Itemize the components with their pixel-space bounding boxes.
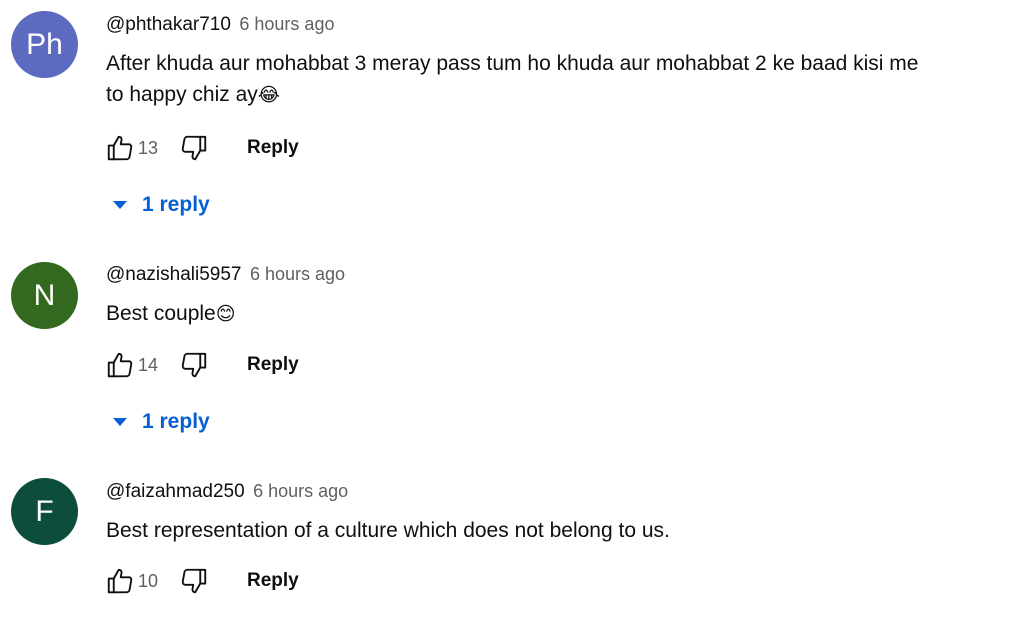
dislike-button[interactable] <box>174 128 214 168</box>
thumbs-down-icon <box>181 352 207 378</box>
comment-text: After khuda aur mohabbat 3 meray pass tu… <box>106 48 1011 111</box>
avatar[interactable]: N <box>11 262 78 329</box>
view-replies-button[interactable]: 1 reply <box>112 404 210 440</box>
dislike-button[interactable] <box>174 345 214 385</box>
avatar[interactable]: F <box>11 478 78 545</box>
comment-actions: 14 Reply <box>100 345 299 385</box>
comment-header: @phthakar710 6 hours ago <box>106 14 334 36</box>
comment-text-line2: to happy chiz ay <box>106 83 258 106</box>
laughing-emoji: 😂 <box>257 84 280 106</box>
like-count: 14 <box>138 354 159 375</box>
comment-actions: 10 Reply <box>100 561 299 601</box>
comment-header: @nazishali5957 6 hours ago <box>106 264 345 286</box>
thumbs-up-icon <box>107 135 133 161</box>
like-count: 13 <box>138 137 159 158</box>
thumbs-up-icon <box>107 568 133 594</box>
view-replies-button[interactable]: 1 reply <box>112 187 210 223</box>
thumbs-up-icon <box>107 352 133 378</box>
dislike-button[interactable] <box>174 561 214 601</box>
comment-text: Best representation of a culture which d… <box>106 515 1011 546</box>
comment-header: @faizahmad250 6 hours ago <box>106 481 348 503</box>
replies-count-label: 1 reply <box>142 193 210 216</box>
comment-time[interactable]: 6 hours ago <box>239 14 334 34</box>
like-count: 10 <box>138 570 159 591</box>
comment-author[interactable]: @nazishali5957 <box>106 264 242 285</box>
avatar[interactable]: Ph <box>11 11 78 78</box>
reply-button[interactable]: Reply <box>247 354 299 376</box>
caret-down-icon <box>113 201 127 209</box>
caret-down-icon <box>113 418 127 426</box>
like-button[interactable] <box>100 128 140 168</box>
thumbs-down-icon <box>181 568 207 594</box>
thumbs-down-icon <box>181 135 207 161</box>
avatar-initials: Ph <box>26 27 63 61</box>
comment-time[interactable]: 6 hours ago <box>253 481 348 501</box>
comment-actions: 13 Reply <box>100 128 299 168</box>
reply-button[interactable]: Reply <box>247 570 299 592</box>
comment-time[interactable]: 6 hours ago <box>250 264 345 284</box>
smiling-emoji: 😊 <box>215 303 236 325</box>
comment-author[interactable]: @faizahmad250 <box>106 481 245 502</box>
comment-author[interactable]: @phthakar710 <box>106 14 231 35</box>
like-button[interactable] <box>100 345 140 385</box>
comment-text-line1: Best representation of a culture which d… <box>106 519 670 542</box>
like-button[interactable] <box>100 561 140 601</box>
comment-text-line1: Best couple <box>106 302 216 325</box>
comment-text: Best couple😊 <box>106 298 1011 330</box>
comment-text-line1: After khuda aur mohabbat 3 meray pass tu… <box>106 52 919 75</box>
avatar-initials: N <box>33 278 56 312</box>
reply-button[interactable]: Reply <box>247 137 299 159</box>
avatar-initials: F <box>35 494 54 528</box>
replies-count-label: 1 reply <box>142 410 210 433</box>
